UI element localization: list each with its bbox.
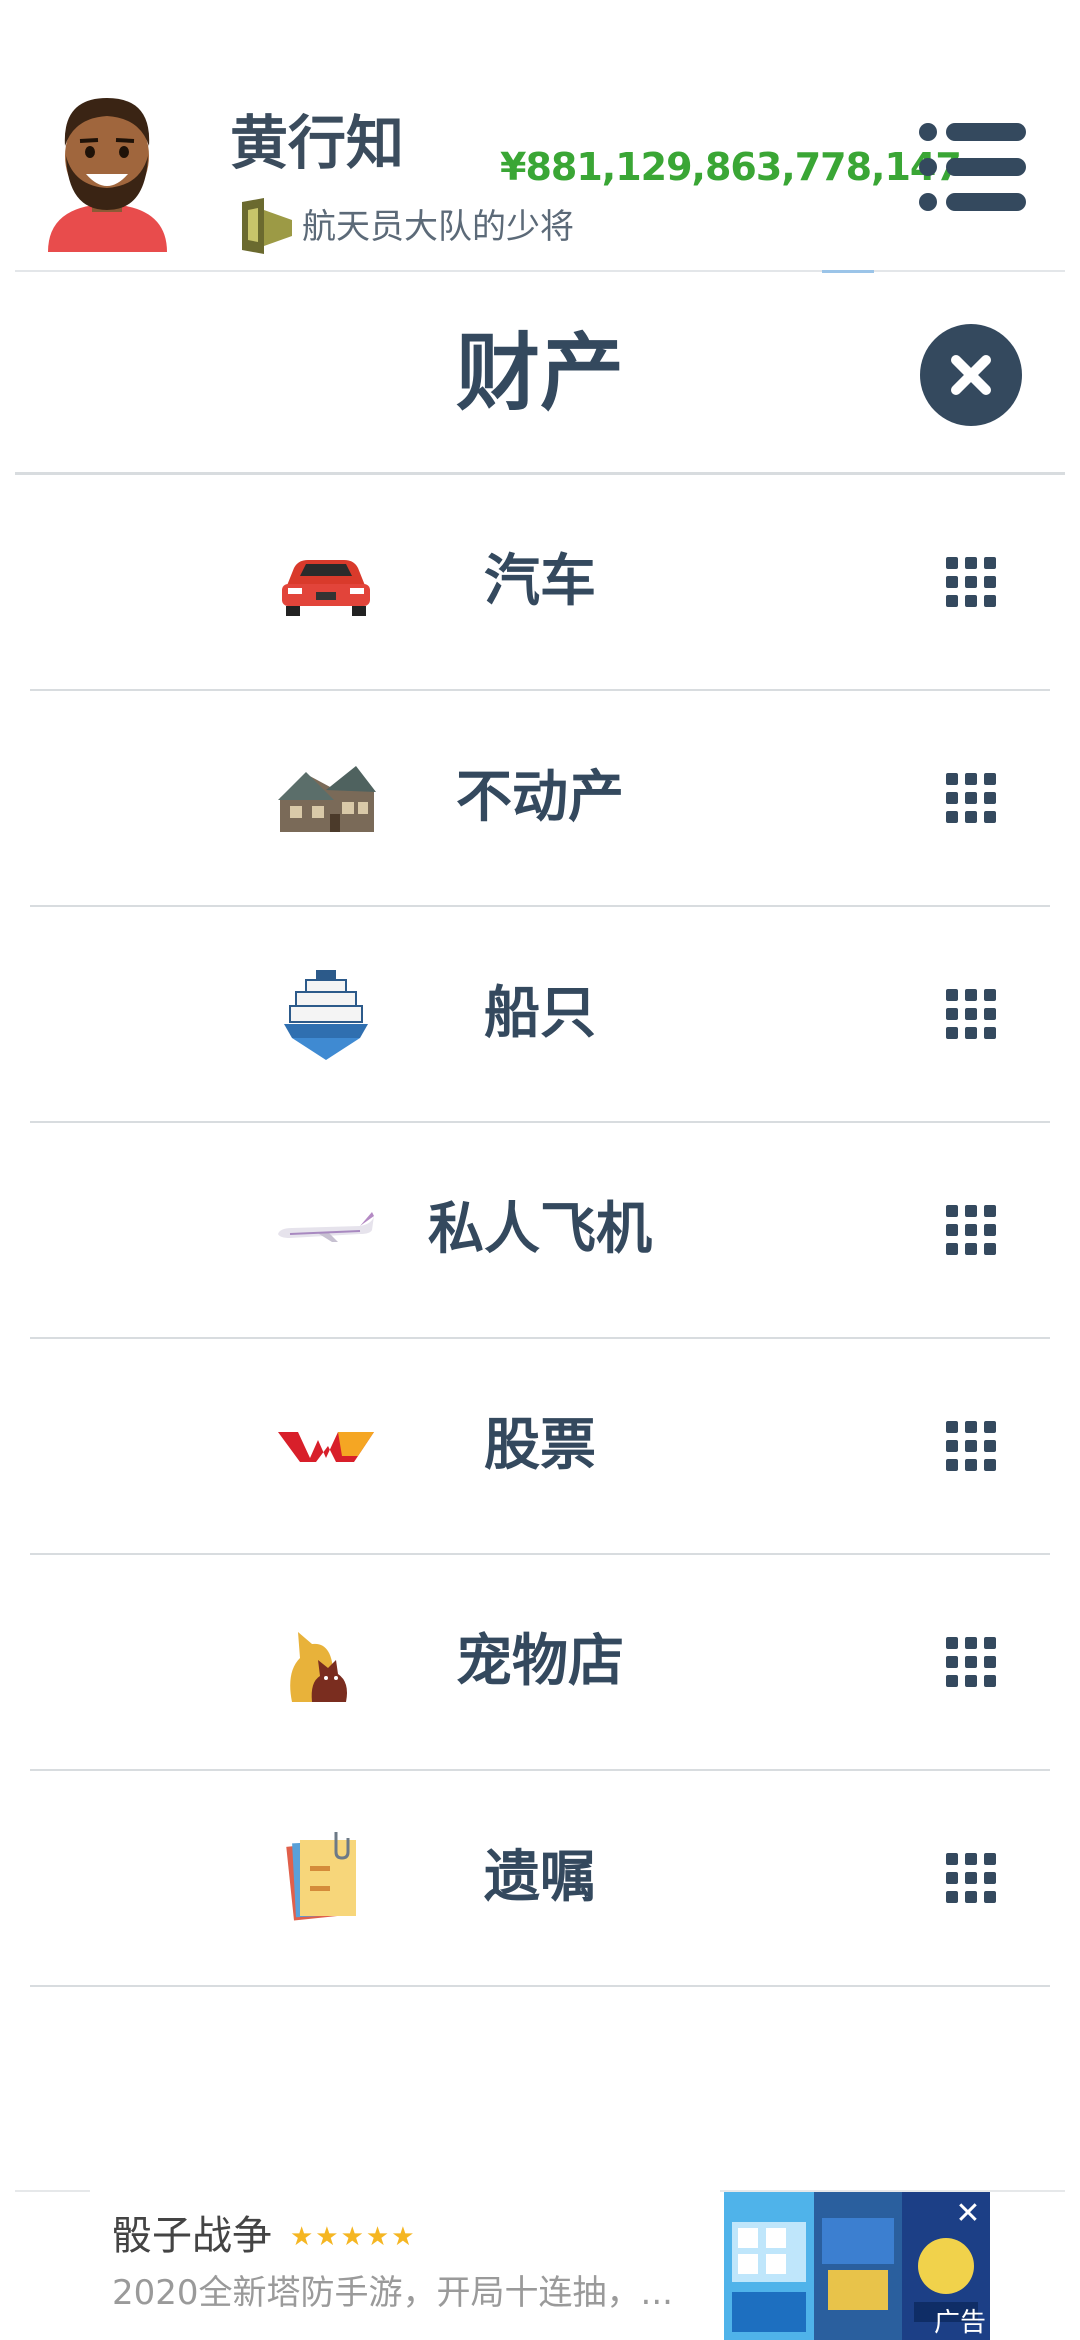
close-button[interactable] [920,324,1022,426]
list-item-ships[interactable]: 船只 [30,907,1050,1123]
grid-icon[interactable] [946,989,996,1039]
menu-icon[interactable] [918,122,1028,212]
asset-label: 汽车 [484,549,596,614]
list-item-pet-shop[interactable]: 宠物店 [30,1555,1050,1771]
scroll-indicator [822,270,874,273]
grid-icon[interactable] [946,773,996,823]
grid-icon[interactable] [946,557,996,607]
ad-close-button[interactable]: ✕ [950,2196,986,2232]
list-item-private-jet[interactable]: 私人飞机 [30,1123,1050,1339]
will-note-icon [286,1832,356,1921]
pets-icon [290,1632,347,1702]
grid-icon[interactable] [946,1205,996,1255]
asset-label: 遗嘱 [484,1845,596,1910]
header-divider [15,270,1065,272]
rank-badge-icon [242,198,292,254]
ship-icon [284,970,368,1060]
profile-header: 黄行知 航天员大队的少将 ¥881,129,863,778,147 [0,0,1080,270]
player-name: 黄行知 [230,109,405,177]
house-icon [278,766,376,832]
list-item-car[interactable]: 汽车 [30,475,1050,691]
ad-badge: 广告 [934,2308,987,2338]
balance-amount: ¥881,129,863,778,147 [500,145,962,189]
grid-icon[interactable] [946,1637,996,1687]
asset-label: 私人飞机 [428,1197,652,1262]
avatar[interactable] [40,86,175,252]
car-icon [282,560,370,616]
list-item-will[interactable]: 遗嘱 [30,1771,1050,1987]
airplane-icon [278,1212,374,1242]
asset-label: 船只 [484,981,596,1046]
ad-title[interactable]: 骰子战争 [112,2208,272,2264]
grid-icon[interactable] [946,1421,996,1471]
list-item-stocks[interactable]: 股票 [30,1339,1050,1555]
asset-list: 汽车 不动产 船只 私人飞机 股票 宠物店 遗嘱 [30,475,1050,1987]
rank-title: 航天员大队的少将 [302,207,574,247]
close-icon [951,355,991,395]
ad-rating-stars: ★★★★★ [290,2222,417,2252]
asset-label: 股票 [484,1413,596,1478]
ad-divider-gap [90,2188,720,2194]
asset-label: 宠物店 [456,1629,624,1694]
stocks-logo-icon [278,1432,374,1462]
ad-description[interactable]: 2020全新塔防手游，开局十连抽，... [112,2268,692,2318]
grid-icon[interactable] [946,1853,996,1903]
asset-label: 不动产 [456,765,624,830]
list-item-real-estate[interactable]: 不动产 [30,691,1050,907]
page-title: 财产 [455,324,624,422]
